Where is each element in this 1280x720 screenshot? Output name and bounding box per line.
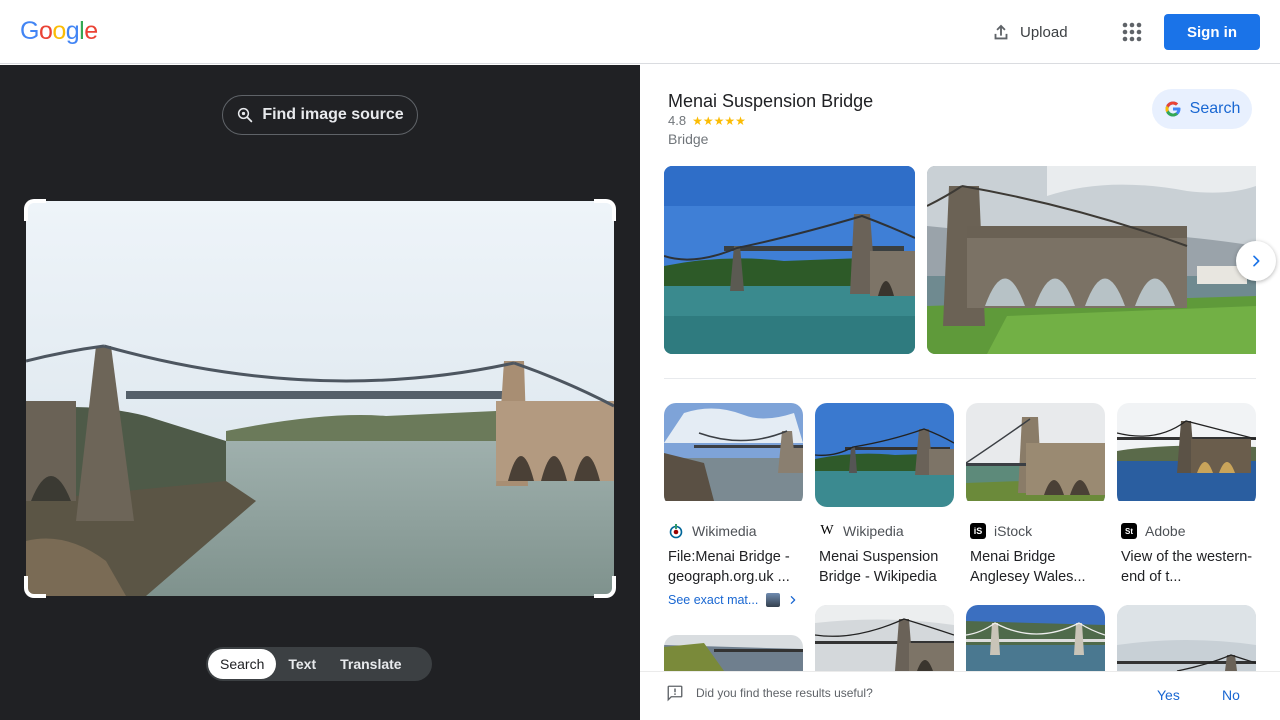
- see-exact-matches-label: See exact mat...: [668, 593, 759, 607]
- wikipedia-icon: W: [820, 523, 834, 538]
- visual-match-card[interactable]: [815, 605, 954, 671]
- visual-match-card[interactable]: Wikimedia File:Menai Bridge - geograph.o…: [664, 403, 803, 587]
- result-title[interactable]: Menai Bridge Anglesey Wales...: [966, 547, 1105, 587]
- crop-handle-top-right[interactable]: [594, 199, 616, 221]
- visual-match-card[interactable]: St Adobe View of the western-end of t...: [1117, 403, 1256, 587]
- bridge-photo: [966, 605, 1105, 671]
- bridge-photo: [664, 166, 915, 354]
- sign-in-button[interactable]: Sign in: [1164, 14, 1260, 50]
- tab-translate[interactable]: Translate: [328, 649, 413, 679]
- entity-search-label: Search: [1189, 100, 1241, 117]
- result-source: W Wikipedia: [815, 521, 954, 541]
- visual-match-card[interactable]: [1117, 605, 1256, 671]
- section-divider: [664, 378, 1256, 379]
- result-thumbnail: [664, 403, 803, 507]
- chevron-right-icon: [1253, 255, 1260, 267]
- upload-icon: [994, 24, 1008, 40]
- query-image-panel: Find image source Search Text Translate: [0, 65, 640, 720]
- feedback-question: Did you find these results useful?: [666, 684, 873, 702]
- star-rating: ★★★★★: [692, 113, 746, 128]
- result-source: St Adobe: [1117, 521, 1256, 541]
- crop-handle-top-left[interactable]: [24, 199, 46, 221]
- logo-letter: e: [84, 17, 98, 45]
- result-source-name: Wikipedia: [843, 523, 904, 539]
- entity-type: Bridge: [668, 131, 709, 147]
- crop-handle-bottom-left[interactable]: [24, 576, 46, 598]
- bridge-photo: [815, 605, 954, 671]
- bridge-photo: [1117, 605, 1256, 671]
- see-exact-matches-link[interactable]: See exact mat...: [668, 593, 798, 607]
- feedback-bar: Did you find these results useful? Yes N…: [640, 671, 1280, 720]
- visual-match-card[interactable]: [966, 605, 1105, 671]
- result-title[interactable]: Menai Suspension Bridge - Wikipedia: [815, 547, 954, 587]
- wikimedia-icon: [668, 523, 684, 539]
- mode-tabs: Search Text Translate: [206, 647, 432, 681]
- entity-image-1[interactable]: [664, 166, 915, 354]
- bridge-photo: [664, 403, 803, 501]
- result-source-name: Wikimedia: [692, 523, 757, 539]
- query-image[interactable]: [26, 201, 614, 596]
- feedback-no-button[interactable]: No: [1222, 687, 1240, 703]
- find-image-source-label: Find image source: [262, 106, 404, 123]
- tab-search[interactable]: Search: [208, 649, 277, 679]
- logo-letter: G: [20, 17, 39, 45]
- visual-match-card[interactable]: [664, 635, 803, 671]
- logo-letter: g: [65, 17, 80, 45]
- visual-match-card[interactable]: iS iStock Menai Bridge Anglesey Wales...: [966, 403, 1105, 587]
- istock-icon: iS: [970, 523, 986, 539]
- entity-title[interactable]: Menai Suspension Bridge: [668, 91, 873, 112]
- find-image-source-button[interactable]: Find image source: [222, 95, 418, 135]
- tab-text[interactable]: Text: [276, 649, 328, 679]
- adobe-stock-icon: St: [1121, 523, 1137, 539]
- logo-letter: o: [38, 17, 53, 45]
- result-source-name: Adobe: [1145, 523, 1186, 539]
- bridge-photo: [664, 635, 803, 671]
- feedback-question-text: Did you find these results useful?: [696, 686, 873, 700]
- result-title[interactable]: File:Menai Bridge - geograph.org.uk ...: [664, 547, 803, 587]
- bridge-photo: [26, 201, 614, 596]
- crop-handle-bottom-right[interactable]: [594, 576, 616, 598]
- result-thumbnail: [1117, 403, 1256, 507]
- feedback-yes-button[interactable]: Yes: [1157, 687, 1180, 703]
- top-bar: Google Upload Sign in: [0, 0, 1280, 64]
- apps-button[interactable]: [1119, 19, 1145, 45]
- rating-row: 4.8 ★★★★★: [668, 113, 746, 128]
- results-panel: Menai Suspension Bridge 4.8 ★★★★★ Bridge…: [640, 65, 1280, 720]
- result-thumbnail: [966, 403, 1105, 507]
- result-source: Wikimedia: [664, 521, 803, 541]
- rating-value: 4.8: [668, 113, 687, 128]
- bridge-photo: [966, 403, 1105, 501]
- feedback-icon: [667, 685, 683, 702]
- carousel-next-button[interactable]: [1236, 241, 1276, 281]
- apps-grid-icon: [1122, 22, 1142, 42]
- entity-search-button[interactable]: Search: [1152, 89, 1252, 129]
- result-title[interactable]: View of the western-end of t...: [1117, 547, 1256, 587]
- result-source-name: iStock: [994, 523, 1033, 539]
- upload-button[interactable]: Upload: [990, 18, 1068, 46]
- visual-match-card[interactable]: W Wikipedia Menai Suspension Bridge - Wi…: [815, 403, 954, 587]
- bridge-photo: [1117, 403, 1256, 501]
- google-g-icon: [1165, 101, 1181, 117]
- upload-label: Upload: [1020, 23, 1068, 41]
- logo-letter: o: [52, 17, 66, 45]
- chevron-right-icon: [791, 596, 796, 604]
- entity-image-2[interactable]: [927, 166, 1256, 354]
- bridge-photo: [927, 166, 1256, 354]
- bridge-photo: [815, 403, 954, 507]
- google-logo[interactable]: Google: [20, 17, 98, 46]
- exact-match-thumbnail: [766, 593, 781, 607]
- result-source: iS iStock: [966, 521, 1105, 541]
- lens-search-icon: [238, 107, 253, 123]
- result-thumbnail: [815, 403, 954, 507]
